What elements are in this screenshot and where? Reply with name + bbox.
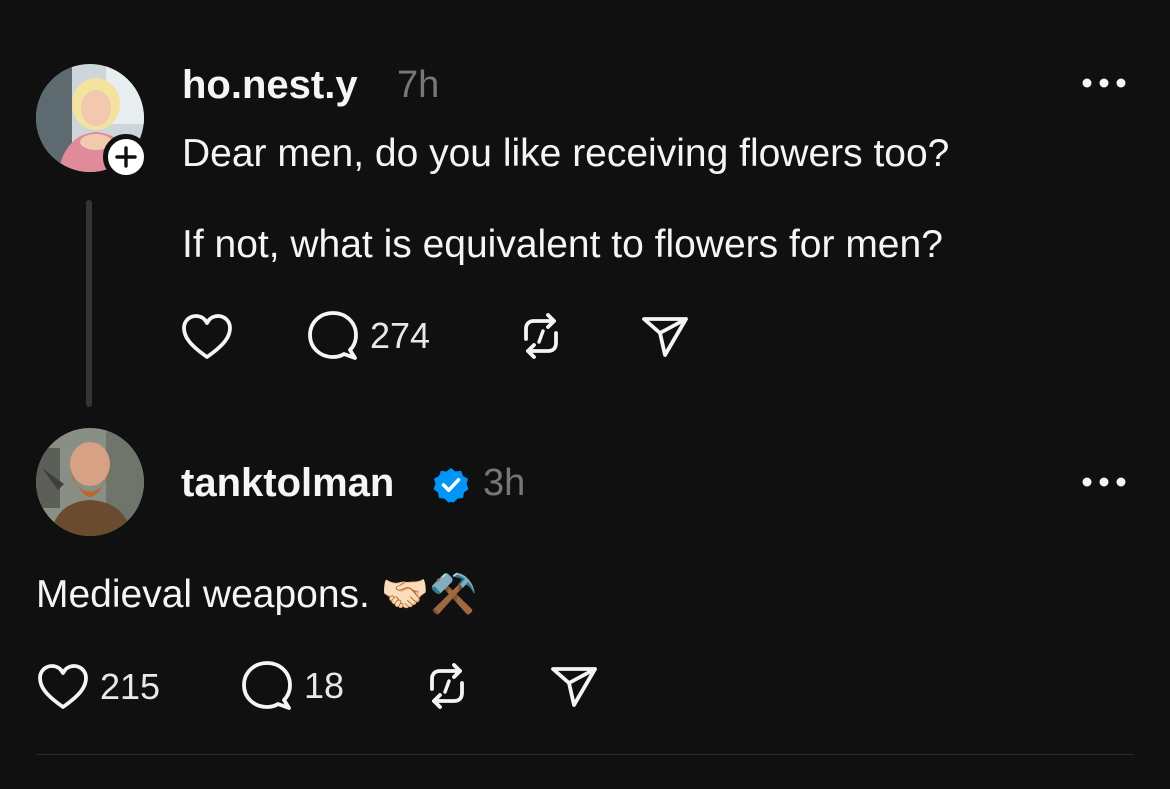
username[interactable]: tanktolman	[181, 459, 394, 507]
like-button[interactable]: 215	[36, 660, 160, 714]
timestamp: 3h	[483, 462, 526, 504]
more-icon[interactable]	[1081, 475, 1127, 489]
share-button[interactable]	[547, 659, 601, 713]
reply-count: 18	[304, 665, 345, 706]
comment-icon	[242, 661, 292, 710]
repost-icon	[524, 313, 558, 359]
divider	[36, 754, 1134, 755]
reply-count: 274	[370, 315, 431, 356]
comment-button[interactable]: 18	[240, 659, 344, 713]
thread-line	[86, 200, 92, 407]
share-button[interactable]	[638, 309, 692, 363]
comment-button[interactable]: 274	[306, 309, 430, 363]
post-text-line-1: Dear men, do you like receiving flowers …	[182, 132, 950, 175]
like-count: 215	[100, 666, 161, 707]
more-icon[interactable]	[1081, 76, 1127, 90]
comment-icon	[308, 311, 358, 360]
follow-plus-icon	[115, 146, 137, 168]
reply-text: Medieval weapons. 🤝🏻⚒️	[36, 573, 478, 616]
avatar[interactable]	[36, 428, 144, 536]
timestamp: 7h	[397, 64, 440, 106]
heart-icon	[182, 314, 232, 359]
share-icon	[551, 667, 597, 707]
repost-button[interactable]	[420, 659, 474, 713]
repost-button[interactable]	[514, 309, 568, 363]
repost-icon	[430, 663, 464, 709]
share-icon	[642, 317, 688, 357]
like-button[interactable]	[180, 310, 234, 364]
username[interactable]: ho.nest.y	[182, 61, 358, 109]
post-text-line-2: If not, what is equivalent to flowers fo…	[182, 223, 943, 266]
heart-icon	[38, 664, 88, 709]
follow-button[interactable]	[103, 134, 149, 180]
verified-badge-icon	[433, 468, 469, 503]
